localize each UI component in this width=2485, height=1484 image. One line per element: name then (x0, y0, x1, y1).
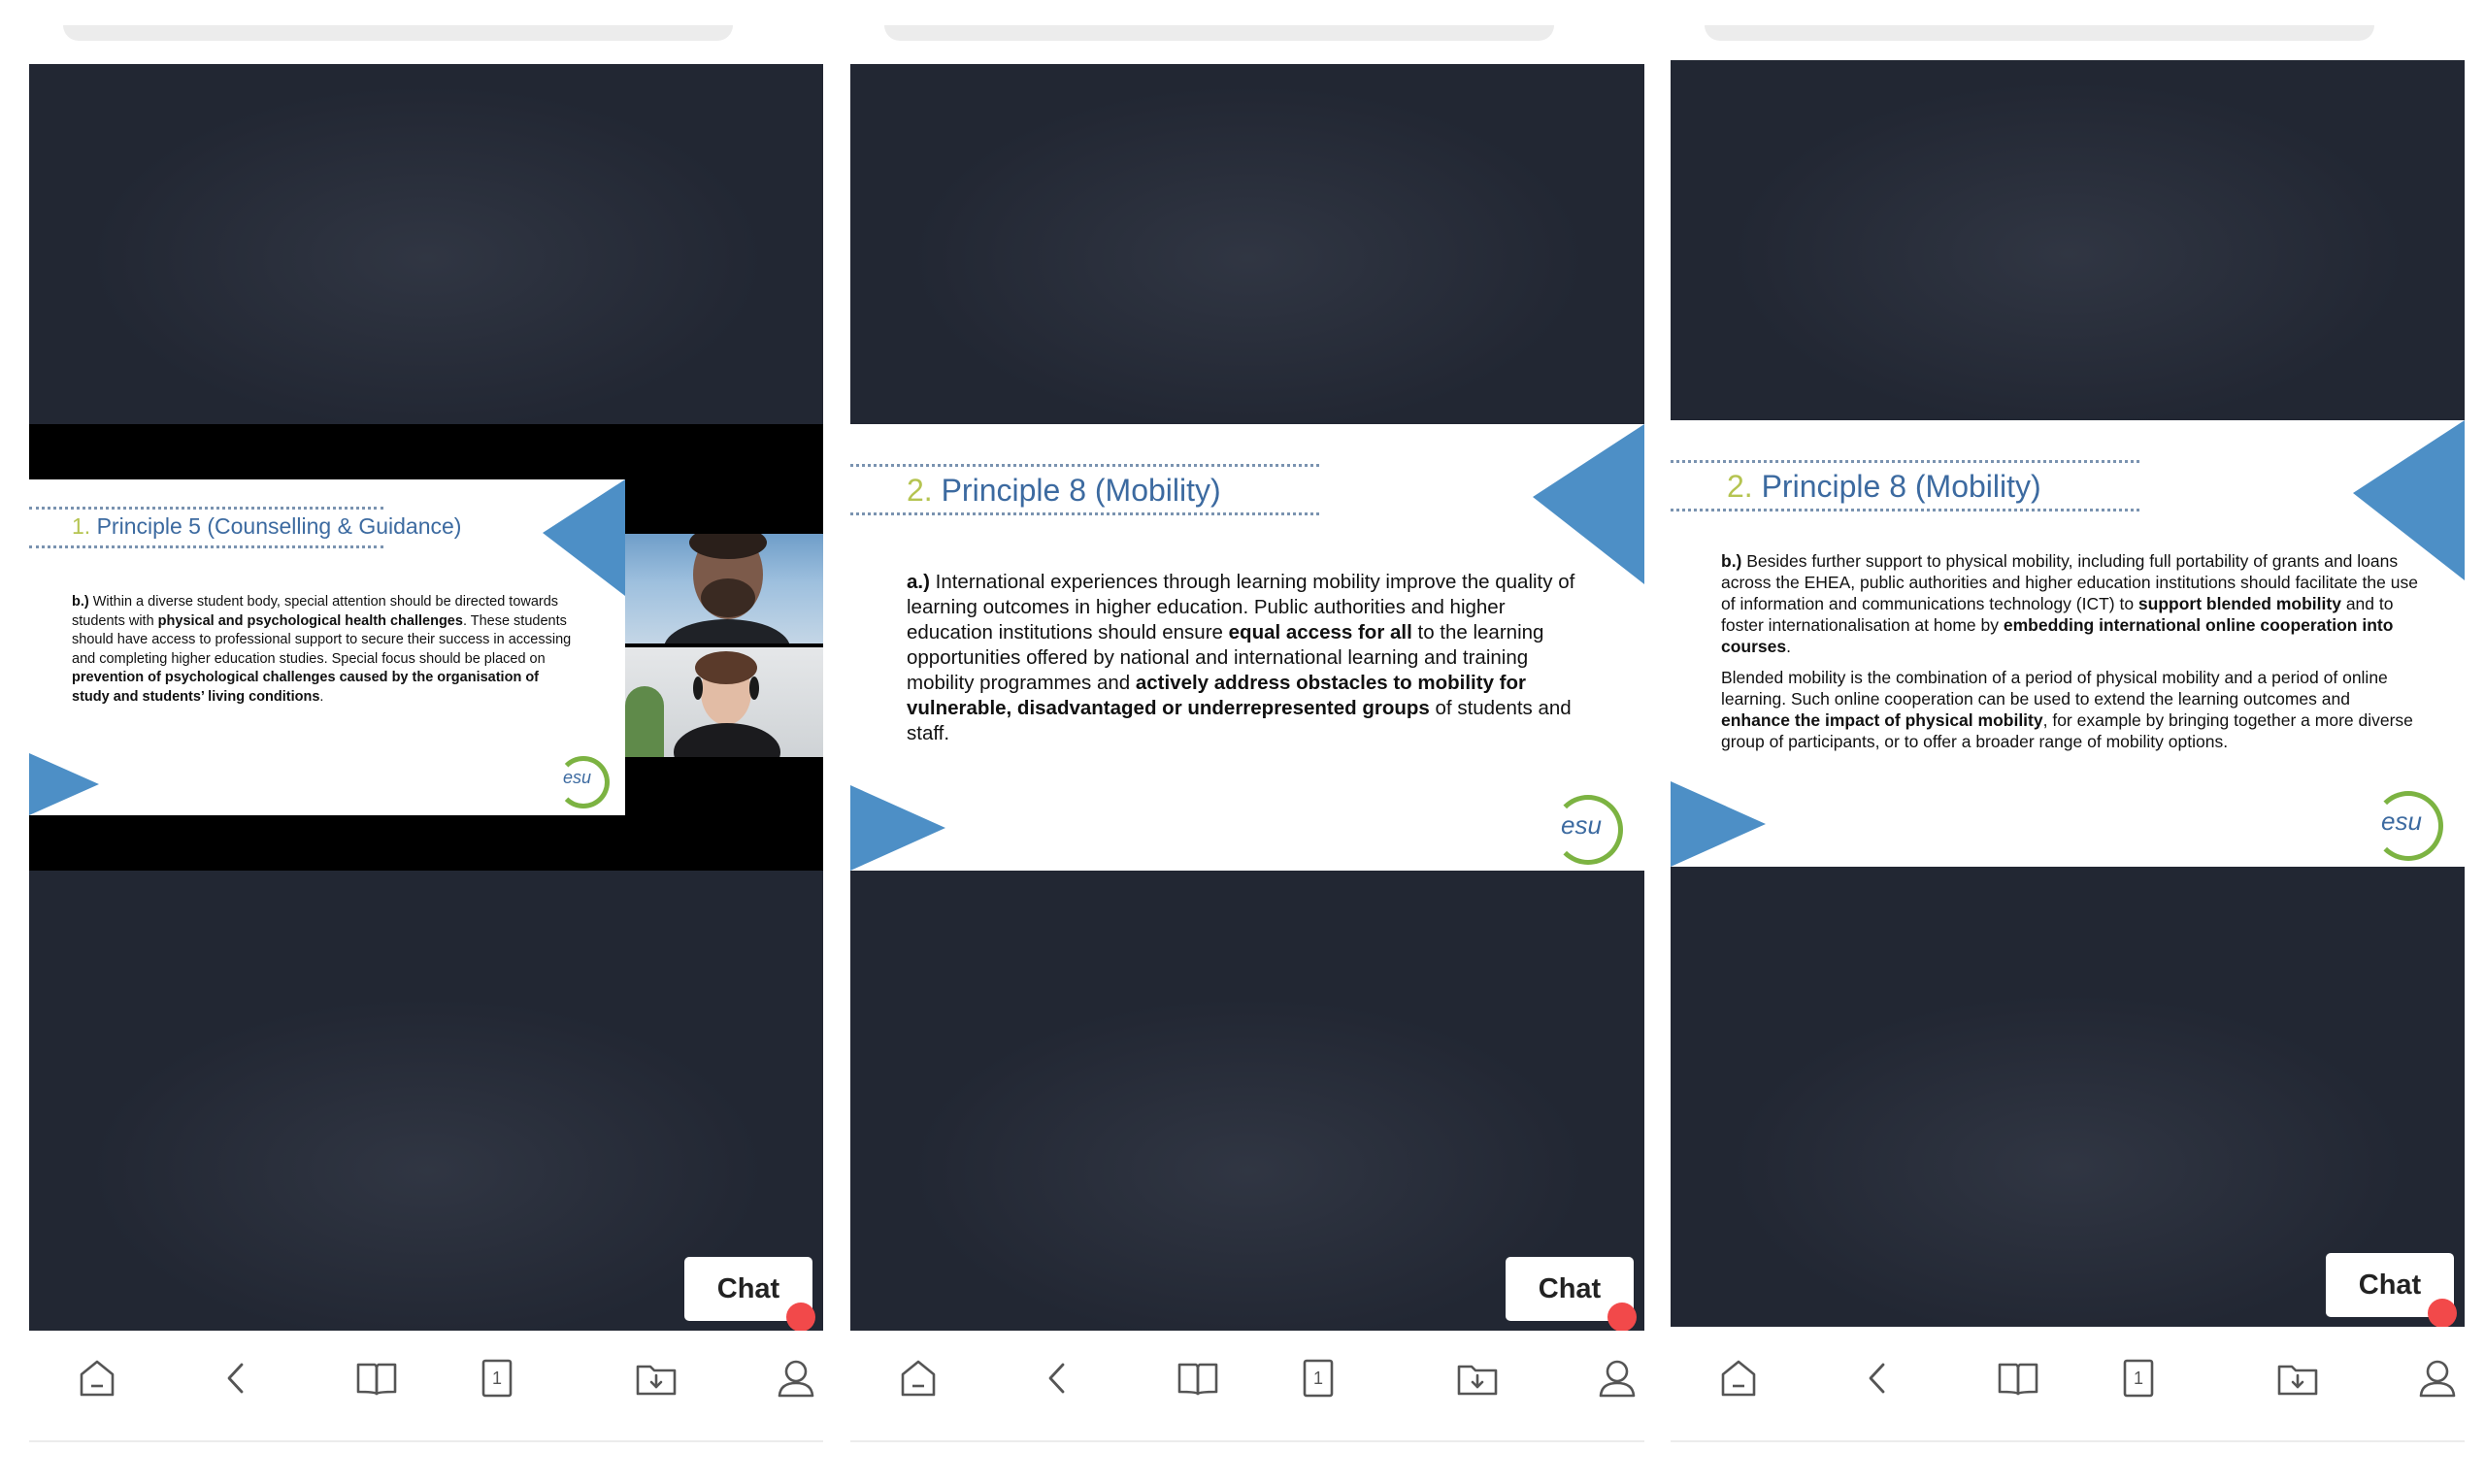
nav-back-chevron-button[interactable] (1849, 1349, 1907, 1407)
video-area[interactable]: 2. Principle 8 (Mobility) b.) Besides fu… (1671, 60, 2465, 1327)
slide-title: 2. Principle 8 (Mobility) (1727, 469, 2041, 504)
nav-download-folder-button[interactable] (2269, 1349, 2327, 1407)
nav-home-button[interactable] (889, 1349, 947, 1407)
nav-home-button[interactable] (1709, 1349, 1768, 1407)
chat-notification-badge (1607, 1303, 1637, 1331)
nav-book-button[interactable] (348, 1349, 406, 1407)
shared-slide: 1. Principle 5 (Counselling & Guidance) … (29, 479, 625, 815)
nav-download-folder-button[interactable] (1448, 1349, 1507, 1407)
back-chevron-icon (1035, 1355, 1081, 1402)
slide-title: 2. Principle 8 (Mobility) (907, 473, 1221, 508)
slide-body: a.) International experiences through le… (907, 570, 1586, 746)
panel-2: 2. Principle 8 (Mobility) a.) Internatio… (850, 0, 1644, 1484)
video-area[interactable]: 2. Principle 8 (Mobility) a.) Internatio… (850, 64, 1644, 1331)
video-area[interactable]: 1. Principle 5 (Counselling & Guidance) … (29, 64, 823, 1331)
back-chevron-icon (214, 1355, 260, 1402)
nav-page-counter-button[interactable]: 1 (2109, 1349, 2168, 1407)
slide-paragraph: Blended mobility is the combination of a… (1721, 667, 2413, 751)
page-counter-icon: 1 (1295, 1355, 1342, 1402)
slide-title: 1. Principle 5 (Counselling & Guidance) (72, 513, 462, 539)
book-icon (353, 1355, 400, 1402)
book-icon (1995, 1355, 2041, 1402)
book-icon (1175, 1355, 1221, 1402)
top-handle (1705, 25, 2374, 41)
download-folder-icon (2274, 1355, 2321, 1402)
nav-home-button[interactable] (68, 1349, 126, 1407)
slide-body: b.) Besides further support to physical … (1721, 550, 2420, 752)
slide-body: b.) Within a diverse student body, speci… (72, 593, 577, 707)
nav-page-counter-button[interactable]: 1 (1289, 1349, 1347, 1407)
shared-slide: 2. Principle 8 (Mobility) b.) Besides fu… (1671, 420, 2465, 867)
esu-logo: esu (557, 756, 610, 808)
nav-page-counter-button[interactable]: 1 (468, 1349, 526, 1407)
nav-book-button[interactable] (1169, 1349, 1227, 1407)
nav-back-chevron-button[interactable] (1029, 1349, 1087, 1407)
bottom-nav: 1 (1671, 1349, 2465, 1436)
chat-notification-badge (786, 1303, 815, 1331)
top-handle (63, 25, 733, 41)
nav-download-folder-button[interactable] (627, 1349, 685, 1407)
page-number: 1 (491, 1369, 502, 1388)
bottom-nav: 1 (29, 1349, 823, 1436)
panel-3: 2. Principle 8 (Mobility) b.) Besides fu… (1671, 0, 2465, 1484)
home-icon (1715, 1355, 1762, 1402)
chat-notification-badge (2428, 1299, 2457, 1327)
page-counter-icon: 1 (2115, 1355, 2162, 1402)
slide-paragraph: b.) Besides further support to physical … (1721, 551, 2418, 656)
page-number: 1 (2133, 1369, 2143, 1388)
top-handle (884, 25, 1554, 41)
download-folder-icon (1454, 1355, 1501, 1402)
shared-slide: 2. Principle 8 (Mobility) a.) Internatio… (850, 424, 1644, 871)
esu-logo: esu (1553, 795, 1625, 867)
profile-icon (1594, 1355, 1640, 1402)
nav-profile-button[interactable] (767, 1349, 825, 1407)
nav-profile-button[interactable] (1588, 1349, 1646, 1407)
page-counter-icon: 1 (474, 1355, 520, 1402)
bottom-nav: 1 (850, 1349, 1644, 1436)
participant-video-1[interactable] (625, 534, 823, 643)
esu-logo: esu (2373, 791, 2445, 863)
download-folder-icon (633, 1355, 679, 1402)
slide-paragraph: b.) Within a diverse student body, speci… (72, 594, 572, 705)
panel-1: 1. Principle 5 (Counselling & Guidance) … (29, 0, 823, 1484)
nav-back-chevron-button[interactable] (208, 1349, 266, 1407)
home-icon (74, 1355, 120, 1402)
nav-book-button[interactable] (1989, 1349, 2047, 1407)
nav-profile-button[interactable] (2408, 1349, 2467, 1407)
back-chevron-icon (1855, 1355, 1902, 1402)
participant-video-2[interactable] (625, 647, 823, 757)
slide-paragraph: a.) International experiences through le… (907, 571, 1575, 744)
home-icon (895, 1355, 942, 1402)
profile-icon (773, 1355, 819, 1402)
page-number: 1 (1312, 1369, 1323, 1388)
profile-icon (2414, 1355, 2461, 1402)
